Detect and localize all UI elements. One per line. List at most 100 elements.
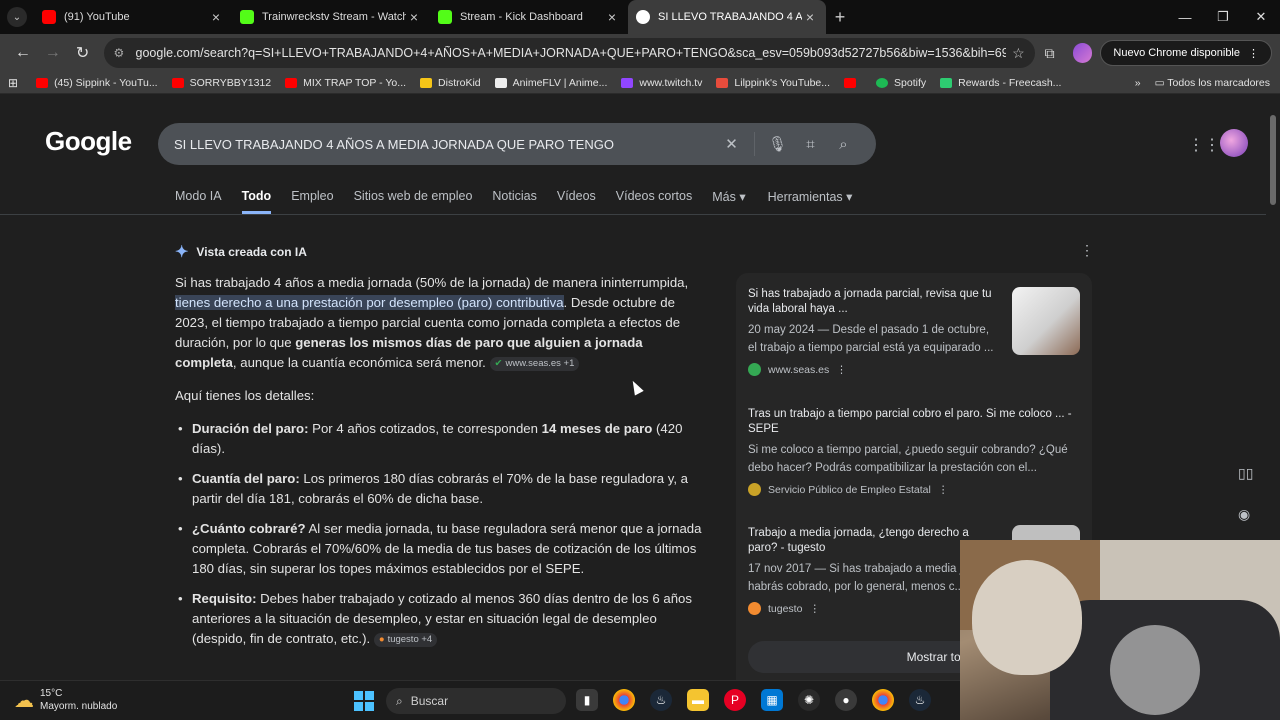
steam-icon[interactable]: ♨ — [650, 689, 672, 711]
tab-herramientas[interactable]: Herramientas ▾ — [768, 189, 853, 214]
more-vert-icon: ⋮ — [1248, 47, 1259, 60]
reload-icon[interactable]: ↻ — [68, 43, 98, 63]
weather-widget[interactable]: ☁ 15°C Mayorm. nublado — [14, 687, 117, 713]
tab-search-button[interactable]: ⌄ — [0, 0, 34, 34]
bookmark-label: AnimeFLV | Anime... — [512, 76, 608, 89]
tab-mas-label: Más — [712, 190, 736, 204]
source-chip[interactable]: ✔ www.seas.es +1 — [489, 356, 580, 371]
windows-taskbar: ☁ 15°C Mayorm. nublado ⌕ Buscar ▮ ♨ ▬ P … — [0, 680, 960, 720]
app-icon[interactable]: ● — [835, 689, 857, 711]
tab-mas[interactable]: Más ▾ — [712, 189, 745, 214]
caret-down-icon: ▾ — [846, 190, 853, 204]
bookmark-item[interactable]: Rewards - Freecash... — [940, 77, 1061, 89]
weather-desc: Mayorm. nublado — [40, 701, 118, 712]
browser-tab[interactable]: (91) YouTube × — [34, 0, 232, 34]
browser-tab[interactable]: Stream - Kick Dashboard × — [430, 0, 628, 34]
search-box[interactable]: SI LLEVO TRABAJANDO 4 AÑOS A MEDIA JORNA… — [158, 123, 876, 165]
ai-overview-title: Vista creada con IA — [196, 245, 307, 259]
close-icon[interactable]: × — [208, 9, 224, 25]
more-vert-icon[interactable]: ⋮ — [836, 364, 847, 376]
webcam-shirt-print — [1110, 625, 1200, 715]
tab-noticias[interactable]: Noticias — [492, 189, 536, 214]
tab-sitios-empleo[interactable]: Sitios web de empleo — [354, 189, 473, 214]
all-bookmarks[interactable]: ▭ Todos los marcadores — [1155, 77, 1270, 89]
bold-text: Cuantía del paro: — [192, 471, 300, 486]
source-snippet: Si me coloco a tiempo parcial, ¿puedo se… — [748, 444, 1068, 474]
scrollbar-thumb[interactable] — [1270, 115, 1276, 205]
source-card[interactable]: Tras un trabajo a tiempo parcial cobro e… — [748, 407, 1080, 496]
ai-paragraph: Aquí tienes los detalles: — [175, 388, 315, 403]
close-icon[interactable]: × — [604, 9, 620, 25]
address-bar[interactable]: ⚙ google.com/search?q=SI+LLEVO+TRABAJAND… — [103, 38, 1035, 68]
browser-tab[interactable]: Trainwreckstv Stream - Watch L × — [232, 0, 430, 34]
source-chip[interactable]: ● tugesto +4 — [373, 632, 438, 647]
chart-icon — [716, 77, 729, 88]
file-explorer-icon[interactable]: ▬ — [687, 689, 709, 711]
chrome-icon[interactable] — [613, 689, 635, 711]
pinterest-icon[interactable]: P — [724, 689, 746, 711]
bookmark-star-icon[interactable]: ☆ — [1012, 45, 1025, 62]
lens-icon[interactable]: ⌗ — [794, 136, 827, 153]
source-title[interactable]: Tras un trabajo a tiempo parcial cobro e… — [748, 407, 1080, 437]
bold-text: Duración del paro: — [192, 421, 309, 436]
more-vert-icon[interactable]: ⋮ — [1080, 242, 1094, 259]
source-title[interactable]: Trabajo a media jornada, ¿tengo derecho … — [748, 526, 988, 556]
tab-videos-cortos[interactable]: Vídeos cortos — [616, 189, 692, 214]
source-thumbnail[interactable] — [1012, 287, 1080, 355]
windows-start-icon[interactable] — [354, 691, 374, 711]
more-vert-icon[interactable]: ⋮ — [938, 484, 949, 496]
more-vert-icon[interactable]: ⋮ — [809, 603, 820, 615]
source-title[interactable]: Si has trabajado a jornada parcial, revi… — [748, 287, 998, 317]
bookmark-item[interactable]: www.twitch.tv — [621, 77, 702, 89]
source-snippet: 20 may 2024 — Desde el pasado 1 de octub… — [748, 324, 994, 354]
chrome-tool-icon[interactable]: ◉ — [1238, 506, 1253, 523]
google-logo[interactable]: Google — [45, 126, 132, 157]
reading-mode-icon[interactable]: ▯▯ — [1238, 465, 1253, 482]
bookmark-item[interactable]: MIX TRAP TOP - Yo... — [285, 77, 406, 89]
forward-arrow-icon[interactable]: → — [38, 44, 68, 62]
bookmark-item[interactable]: SORRYBBY1312 — [171, 77, 271, 89]
close-icon[interactable]: × — [802, 9, 818, 25]
back-arrow-icon[interactable]: ← — [8, 44, 38, 62]
bookmark-item[interactable]: (45) Sippink - YouTu... — [36, 77, 158, 89]
task-view-icon[interactable]: ▮ — [576, 689, 598, 711]
microphone-icon[interactable]: 🎙 — [761, 135, 794, 153]
bookmark-item[interactable] — [844, 77, 862, 88]
source-site-label: tugesto — [768, 602, 803, 615]
chrome-update-button[interactable]: Nuevo Chrome disponible ⋮ — [1100, 40, 1272, 66]
new-tab-button[interactable]: + — [826, 7, 854, 28]
chatgpt-icon[interactable]: ✺ — [798, 689, 820, 711]
check-icon: ✔ — [494, 357, 503, 369]
extensions-icon[interactable]: ⧉ — [1035, 45, 1065, 62]
minimize-icon[interactable]: — — [1166, 0, 1204, 34]
site-info-icon[interactable]: ⚙ — [114, 46, 130, 60]
tab-todo[interactable]: Todo — [241, 189, 272, 214]
bookmark-item[interactable]: Spotify — [876, 77, 926, 89]
chevron-right-icon[interactable]: » — [1135, 77, 1141, 89]
maximize-icon[interactable]: ❐ — [1204, 0, 1242, 34]
taskbar-search[interactable]: ⌕ Buscar — [386, 688, 566, 714]
close-window-icon[interactable]: ✕ — [1242, 0, 1280, 34]
list-item: Duración del paro: Por 4 años cotizados,… — [175, 419, 705, 459]
close-icon[interactable]: × — [406, 9, 422, 25]
search-icon[interactable]: ⌕ — [827, 136, 860, 153]
bookmark-item[interactable]: Lilppink's YouTube... — [716, 77, 830, 89]
avatar[interactable] — [1220, 129, 1248, 157]
tab-videos[interactable]: Vídeos — [557, 189, 596, 214]
tab-empleo[interactable]: Empleo — [291, 189, 333, 214]
tab-modo-ia[interactable]: Modo IA — [175, 189, 222, 214]
steam-icon[interactable]: ♨ — [909, 689, 931, 711]
store-icon[interactable]: ▦ — [761, 689, 783, 711]
browser-tab-active[interactable]: SI LLEVO TRABAJANDO 4 AÑOS × — [628, 0, 826, 34]
chrome-active-icon[interactable] — [872, 689, 894, 711]
bookmark-item[interactable]: DistroKid — [420, 77, 481, 89]
clear-icon[interactable]: ✕ — [715, 135, 748, 153]
sepe-icon — [748, 483, 761, 496]
profile-avatar[interactable] — [1072, 43, 1093, 63]
freecash-icon — [940, 77, 953, 88]
search-input[interactable]: SI LLEVO TRABAJANDO 4 AÑOS A MEDIA JORNA… — [174, 137, 715, 152]
bold-text: Requisito: — [192, 591, 257, 606]
bookmarks-right: » ▭ Todos los marcadores — [1135, 77, 1270, 89]
apps-grid-icon[interactable]: ⊞ — [8, 76, 18, 90]
bookmark-item[interactable]: AnimeFLV | Anime... — [494, 76, 608, 89]
